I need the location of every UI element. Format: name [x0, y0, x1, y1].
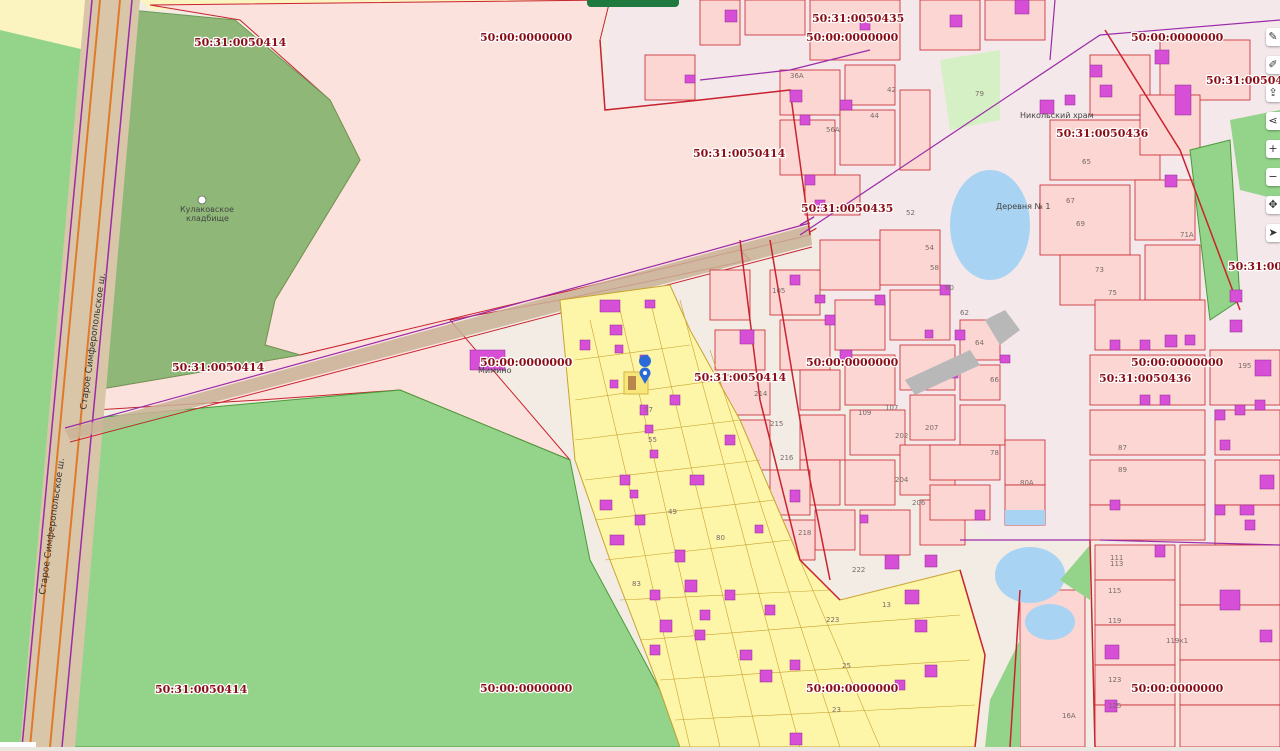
- house-number: 78: [990, 449, 999, 457]
- house-number: 57: [644, 406, 653, 414]
- house-number: 54: [925, 244, 934, 252]
- house-number: 218: [798, 529, 811, 537]
- house-number: 73: [1095, 266, 1104, 274]
- cad-label: 50:31:0050436: [1056, 127, 1149, 140]
- pond-1: [950, 170, 1030, 280]
- house-number: 25: [842, 662, 851, 670]
- house-number: 23: [832, 706, 841, 714]
- house-number: 109: [858, 409, 871, 417]
- cad-label: 50:00:0000000: [1131, 682, 1224, 695]
- poi-label: Кулаковское: [180, 205, 234, 214]
- house-number: 80А: [1020, 479, 1034, 487]
- cad-label: 50:00:0000000: [480, 31, 573, 44]
- house-number: 204: [895, 476, 909, 484]
- house-number: 107: [885, 404, 898, 412]
- edit-icon[interactable]: ✐: [1266, 56, 1280, 74]
- house-number: 216: [780, 454, 794, 462]
- house-number: 80: [716, 534, 725, 542]
- house-number: 52: [906, 209, 915, 217]
- upload-icon[interactable]: ⇪: [1266, 84, 1280, 102]
- move-icon[interactable]: ✥: [1266, 196, 1280, 214]
- house-number: 66: [990, 376, 999, 384]
- house-number: 64: [975, 339, 984, 347]
- house-number: 75: [1108, 289, 1117, 297]
- house-number: 13: [882, 601, 891, 609]
- house-number: 206: [912, 499, 926, 507]
- house-number: 89: [1118, 466, 1127, 474]
- house-number: 16А: [1062, 712, 1076, 720]
- house-number: 83: [632, 580, 641, 588]
- poi-label: кладбище: [186, 214, 229, 223]
- house-number: 58: [930, 264, 939, 272]
- house-number: 215: [770, 420, 783, 428]
- poi-label: Мимино: [478, 366, 512, 375]
- house-number: 55: [648, 436, 657, 444]
- house-number: 87: [1118, 444, 1127, 452]
- house-number: 115: [1108, 587, 1121, 595]
- house-number: 42: [887, 86, 896, 94]
- house-number: 49: [668, 508, 677, 516]
- house-number: 119к1: [1166, 637, 1188, 645]
- cad-label: 50:31:0050414: [194, 36, 287, 49]
- zoom-out-icon[interactable]: −: [1266, 168, 1280, 186]
- house-number: 67: [1066, 197, 1075, 205]
- top-panel-tab[interactable]: [587, 0, 679, 7]
- house-number: 202: [895, 432, 908, 440]
- cad-label: 50:00:0000000: [1131, 31, 1224, 44]
- map-toolbar: ✎ ✐ ⇪ ⋖ + − ✥ ➤: [1266, 28, 1280, 242]
- cad-label: 50:31:0050414: [694, 371, 787, 384]
- cad-label: 50:31:0050436: [1228, 260, 1280, 273]
- share-icon[interactable]: ⋖: [1266, 112, 1280, 130]
- pond-3: [1025, 604, 1075, 640]
- house-number: 125: [1108, 702, 1121, 710]
- house-number: 65: [1082, 158, 1091, 166]
- house-number: 105: [772, 287, 785, 295]
- cad-label: 50:31:0050414: [172, 361, 265, 374]
- cad-label: 50:31:0050435: [812, 12, 904, 25]
- house-number: 214: [754, 390, 768, 398]
- cad-label: 50:00:0000000: [806, 682, 899, 695]
- cad-label: 50:31:0050414: [693, 147, 786, 160]
- poi-label: Никольский храм: [1020, 111, 1094, 120]
- attribution-strip: [0, 742, 36, 747]
- house-number: 113: [1110, 560, 1123, 568]
- poi-label: Деревня № 1: [996, 202, 1050, 211]
- cad-label: 50:31:0050435: [801, 202, 893, 215]
- ruler-icon[interactable]: ✎: [1266, 28, 1280, 46]
- house-number: 222: [852, 566, 865, 574]
- house-number: 223: [826, 616, 839, 624]
- cad-label: 50:00:0000000: [806, 356, 899, 369]
- cadastral-map[interactable]: 50:31:0050414 50:00:0000000 50:31:005043…: [0, 0, 1280, 748]
- house-number: 79: [975, 90, 984, 98]
- house-number: 71А: [1180, 231, 1194, 239]
- house-number: 195: [1238, 362, 1251, 370]
- house-number: 62: [960, 309, 969, 317]
- house-number: 69: [1076, 220, 1085, 228]
- locate-icon[interactable]: ➤: [1266, 224, 1280, 242]
- zoom-in-icon[interactable]: +: [1266, 140, 1280, 158]
- cad-label: 50:31:0050414: [155, 683, 248, 696]
- cad-label: 50:00:0000000: [480, 682, 573, 695]
- house-number: 44: [870, 112, 879, 120]
- house-number: 36А: [790, 72, 804, 80]
- house-number: 119: [1108, 617, 1121, 625]
- house-number: 123: [1108, 676, 1121, 684]
- house-number: 207: [925, 424, 938, 432]
- house-number: 56А: [826, 126, 840, 134]
- house-number: 60: [945, 284, 954, 292]
- cad-label: 50:00:0000000: [806, 31, 899, 44]
- pond-2: [995, 547, 1065, 603]
- cad-label: 50:31:0050436: [1099, 372, 1192, 385]
- cad-label: 50:00:0000000: [1131, 356, 1224, 369]
